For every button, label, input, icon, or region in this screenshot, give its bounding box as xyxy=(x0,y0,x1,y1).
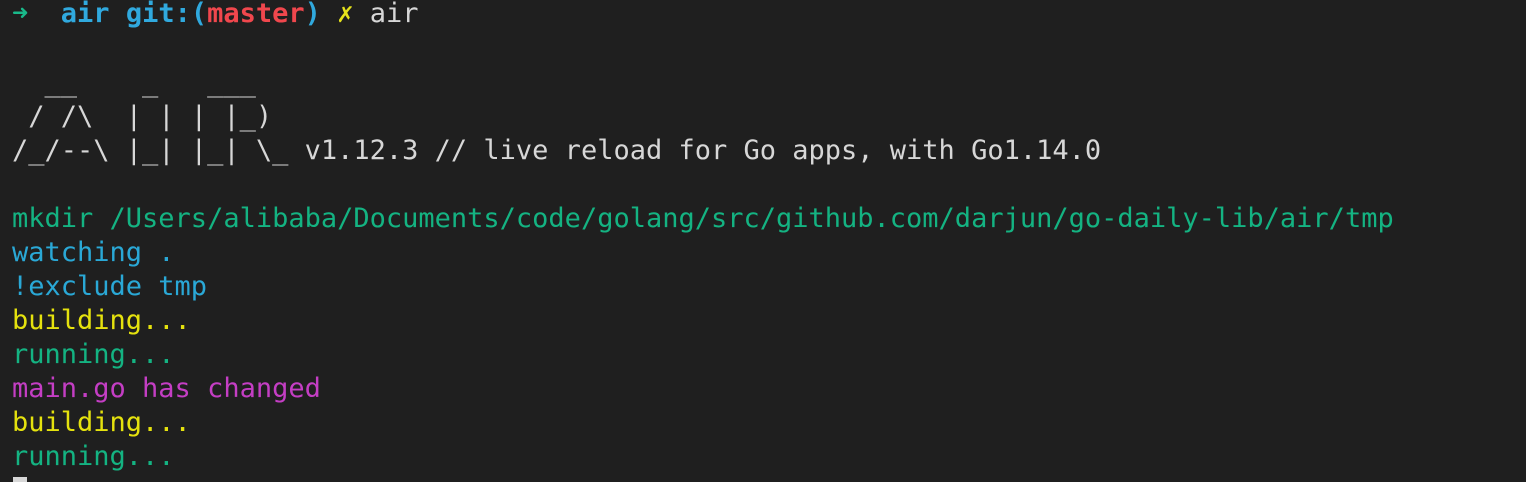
banner-line-1: __ _ ___ xyxy=(12,67,289,98)
prompt-dirty-icon: ✗ xyxy=(337,0,354,29)
prompt-git-suffix: ) xyxy=(304,0,321,29)
prompt-arrow-icon: ➜ xyxy=(12,0,29,29)
prompt-git-branch: master xyxy=(207,0,305,29)
text-cursor xyxy=(13,477,27,482)
output-line-building-2: building... xyxy=(12,407,191,438)
prompt-command: air xyxy=(369,0,419,29)
banner-line-3: /_/--\ |_| |_| \_ v1.12.3 // live reload… xyxy=(12,135,1102,166)
output-line-changed: main.go has changed xyxy=(12,373,321,404)
prompt-line: ➜ air git:(master) ✗ air xyxy=(12,0,419,31)
output-line-watching: watching . xyxy=(12,237,175,268)
output-line-mkdir: mkdir /Users/alibaba/Documents/code/gola… xyxy=(12,203,1394,234)
output-line-building: building... xyxy=(12,305,191,336)
prompt-git-prefix: git:( xyxy=(125,0,208,29)
prompt-directory: air xyxy=(60,0,110,29)
output-line-running-2: running... xyxy=(12,441,175,472)
output-line-running: running... xyxy=(12,339,175,370)
output-line-exclude: !exclude tmp xyxy=(12,271,208,302)
terminal-window[interactable]: ➜ air git:(master) ✗ air __ _ ___ / /\ |… xyxy=(0,0,1526,482)
banner-line-2: / /\ | | | |_) xyxy=(12,101,289,132)
